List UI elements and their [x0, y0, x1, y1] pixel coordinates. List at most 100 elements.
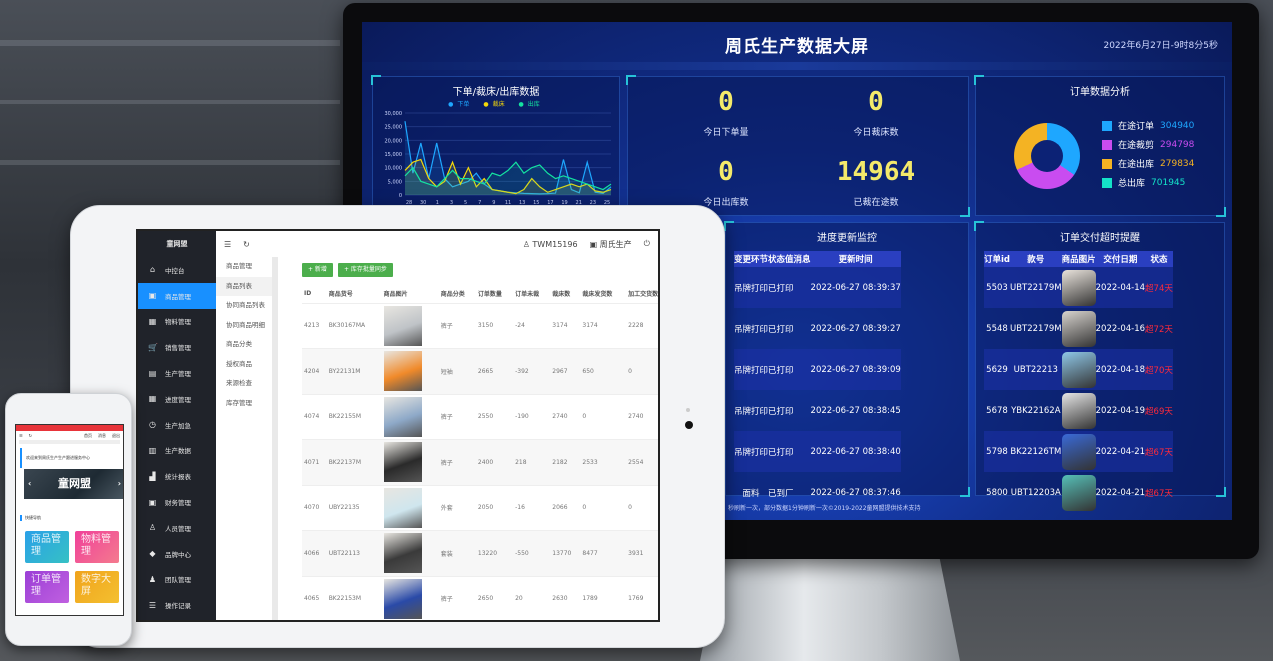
order-id: 5798 [984, 431, 1010, 472]
table-cell: 218 [513, 439, 551, 486]
nav-messages[interactable]: 消息 [98, 433, 106, 439]
product-image [1061, 433, 1096, 470]
sidebar-item[interactable]: ♟ 团队管理 [138, 567, 216, 593]
legend-label: 在途裁剪 [1118, 141, 1155, 151]
tile-orders[interactable]: 订单管理 [25, 571, 69, 603]
column-header: 消息 [793, 251, 811, 267]
power-icon[interactable]: ⏻ [644, 239, 650, 249]
column-header: 商品图片 [381, 285, 439, 304]
tile-products[interactable]: 商品管理 [25, 531, 69, 563]
collapse-menu-icon[interactable]: ☰ [224, 240, 231, 249]
sidebar-item[interactable]: ☰ 操作记录 [138, 592, 216, 618]
kpi-value: 0 [868, 87, 884, 117]
sidebar-item[interactable]: ♙ 人员管理 [138, 515, 216, 541]
submenu-item[interactable]: 库存管理 [216, 394, 272, 414]
tile-big-screen[interactable]: 数字大屏 [75, 571, 119, 603]
sidebar-icon: ☰ [148, 600, 157, 610]
submenu-item[interactable]: 协同商品明细 [216, 316, 272, 336]
sidebar-item[interactable]: ▦ 进度管理 [138, 386, 216, 412]
product-image [1061, 269, 1096, 306]
submenu-item[interactable]: 商品分类 [216, 335, 272, 355]
tablet-camera [685, 421, 693, 429]
sidebar-item-label: 财务管理 [165, 499, 191, 508]
column-header: 商品分类 [438, 285, 476, 304]
order-id: 5503 [984, 267, 1010, 308]
admin-screen: 童网盟 ⌂ 中控台 ▣ 商品管理 ▦ 物料管理 🛒 销售管理 ▤ 生产管理 ▦ 进度管理 ◷ 生产加急 ▥ 生… [136, 229, 660, 622]
product-image [383, 533, 422, 574]
sidebar-item[interactable]: ▤ 生产管理 [138, 360, 216, 386]
table-row: 吊牌打印 已打印 2022-06-27 08:39:09 [734, 349, 901, 390]
column-header[interactable]: ID [302, 285, 327, 304]
carousel-next-icon[interactable]: › [118, 469, 121, 499]
sidebar-item[interactable]: ▥ 生产数据 [138, 438, 216, 464]
sidebar-item[interactable]: ▣ 商品管理 [138, 282, 216, 309]
submenu-item[interactable]: 授权商品 [216, 355, 272, 375]
legend-label: 在途出库 [1118, 160, 1155, 170]
column-header: 商品图片 [1061, 251, 1096, 267]
submenu-item[interactable]: 商品列表 [216, 276, 272, 296]
line-chart: 30,00025,00020,00015,00010,0005,000028 30… [385, 111, 612, 206]
donut-legend-item: 在途订单 304940 [1102, 119, 1194, 132]
submenu: 商品管理 商品列表 协同商品列表 协同商品明细 商品分类 授权商品 来源检查 库存管理 [216, 257, 278, 620]
sidebar-item[interactable]: ▣ 财务管理 [138, 489, 216, 515]
brand-logo: 童网盟 [166, 240, 188, 248]
table-row: 4070 UBY22135 外套 2050 -16 2066 0 0 [302, 485, 658, 531]
order-id: 5629 [984, 349, 1010, 390]
refresh-icon[interactable]: ↻ [29, 433, 32, 438]
shop-menu[interactable]: ▣ 周氏生产 [590, 239, 632, 250]
sidebar-item[interactable]: ▟ 统计报表 [138, 463, 216, 489]
column-header: 加工交货数 [626, 285, 658, 304]
column-header: 订单数量 [475, 285, 514, 304]
banner-carousel[interactable]: ‹ 童网盟 › [24, 469, 123, 499]
sidebar-item[interactable]: ⌂ 中控台 [138, 257, 216, 283]
style-code: UBT12203A [1010, 487, 1061, 498]
sidebar-item-label: 操作记录 [165, 602, 191, 611]
table-cell: 已打印 [768, 267, 794, 308]
table-cell: UBT22113 [326, 530, 382, 577]
legend-swatch [1102, 177, 1112, 188]
table-cell: 2665 [475, 348, 514, 395]
sidebar-item[interactable]: 🛒 销售管理 [138, 334, 216, 360]
carousel-prev-icon[interactable]: ‹ [28, 469, 31, 499]
background-beam [0, 100, 340, 104]
table-cell [794, 390, 811, 431]
timeout-table: 订单id 款号 商品图片 交付日期 状态 5503 UBT22179M 2022-04-14 超… [984, 251, 1173, 513]
table-cell: BY22131M [326, 348, 382, 395]
style-code: BK22126TM [1010, 431, 1062, 472]
refresh-icon[interactable]: ↻ [243, 240, 250, 249]
column-header: 交付日期 [1095, 251, 1146, 267]
sidebar-item[interactable]: ▦ 物料管理 [138, 309, 216, 335]
submenu-item[interactable]: 协同商品列表 [216, 296, 272, 316]
tile-materials[interactable]: 物料管理 [75, 531, 119, 563]
table-cell: -16 [513, 485, 551, 531]
sidebar-item-label: 物料管理 [165, 318, 191, 327]
table-cell: 裤子 [438, 439, 476, 486]
legend-swatch [1102, 139, 1112, 150]
banner-title: 童网盟 [58, 477, 91, 490]
sidebar-icon: ▣ [148, 291, 157, 301]
sidebar-item[interactable]: ◆ 品牌中心 [138, 541, 216, 567]
product-image [383, 351, 422, 392]
sidebar-item-label: 生产管理 [165, 370, 191, 379]
submenu-title: 商品管理 [226, 262, 252, 270]
header-bar [362, 62, 1232, 70]
menu-icon[interactable]: ☰ [19, 433, 23, 438]
add-button[interactable]: + 新增 [302, 263, 333, 277]
delivery-date: 2022-04-19 [1095, 405, 1146, 416]
sidebar-icon: 🛒 [148, 342, 158, 352]
style-code: YBK22162A [1011, 405, 1061, 416]
table-row: 吊牌打印 已打印 2022-06-27 08:38:45 [734, 390, 901, 431]
table-cell: UBY22135 [326, 485, 382, 531]
table-row: 吊牌打印 已打印 2022-06-27 08:39:27 [734, 308, 901, 349]
stock-sync-button[interactable]: + 库存批量同步 [338, 263, 393, 277]
table-cell: 3931 [626, 530, 658, 577]
nav-home[interactable]: 首页 [84, 433, 92, 439]
nav-logout[interactable]: 退出 [112, 433, 120, 439]
donut-legend-item: 在途出库 279834 [1102, 157, 1194, 170]
user-menu[interactable]: ♙ TWM15196 [523, 240, 578, 249]
style-code: UBT22179M [1010, 323, 1062, 334]
submenu-item[interactable]: 来源检查 [216, 374, 272, 394]
column-header: 更新时间 [810, 251, 901, 267]
sidebar-item-label: 生产加急 [165, 421, 191, 430]
sidebar-item[interactable]: ◷ 生产加急 [138, 412, 216, 438]
